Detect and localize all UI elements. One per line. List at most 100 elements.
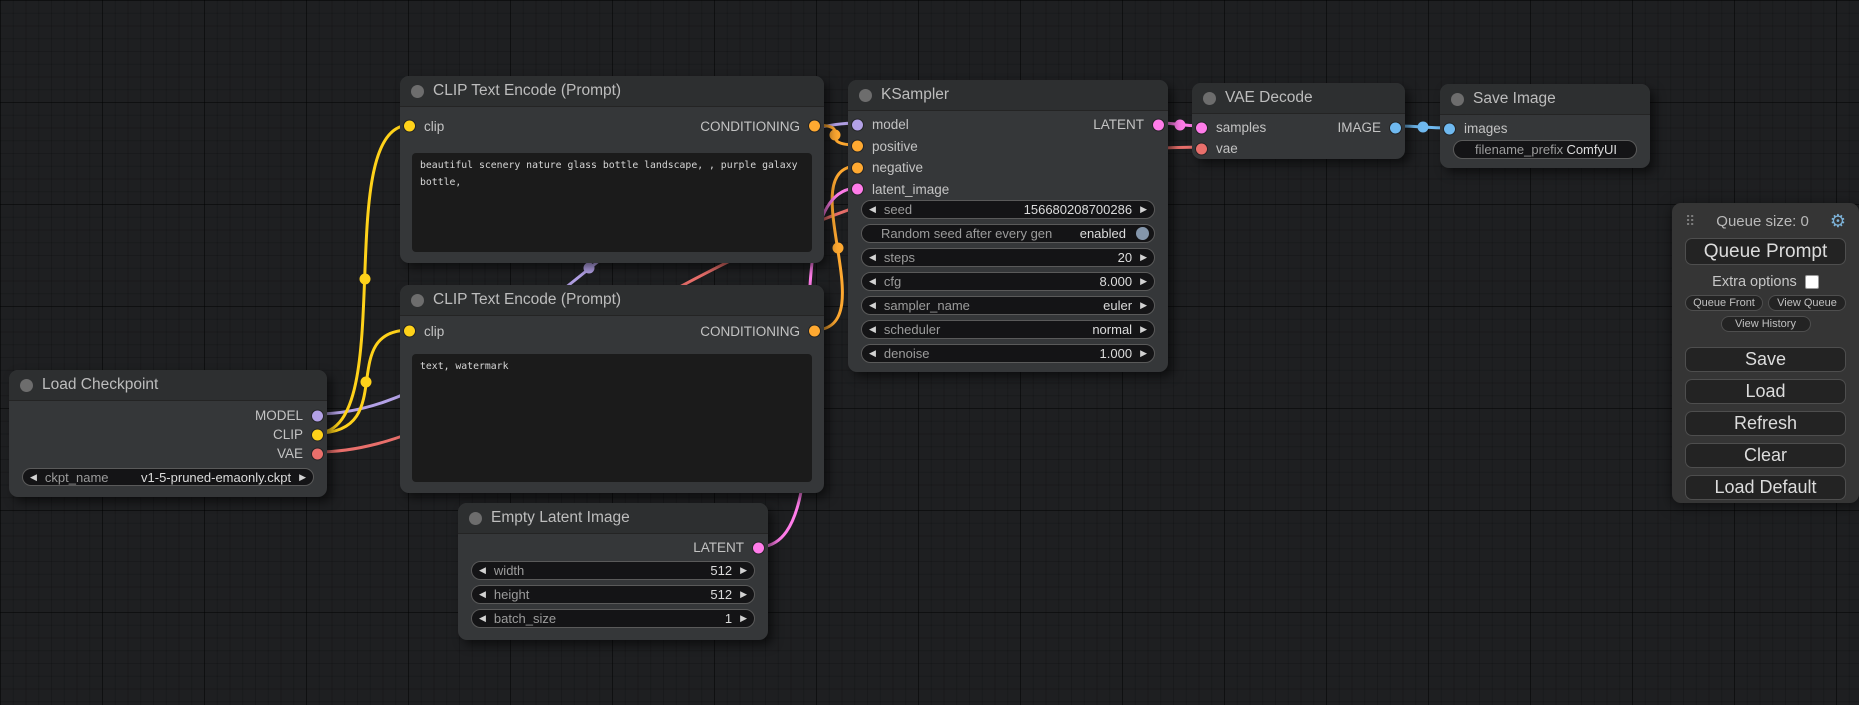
output-row-vae: VAE	[9, 444, 327, 463]
node-clip-text-encode-positive[interactable]: CLIP Text Encode (Prompt) clip CONDITION…	[400, 76, 824, 263]
node-collapse-dot[interactable]	[411, 294, 424, 307]
increment-arrow-icon[interactable]: ▶	[1140, 325, 1147, 334]
port-row: samples IMAGE	[1192, 117, 1405, 138]
widget-denoise[interactable]: ◀ denoise 1.000 ▶	[861, 344, 1155, 363]
node-collapse-dot[interactable]	[1451, 93, 1464, 106]
load-button[interactable]: Load	[1685, 379, 1846, 404]
conditioning-output-port[interactable]	[809, 326, 820, 337]
drag-handle-icon[interactable]: ⠿	[1685, 213, 1695, 230]
link-midpoint-dot	[584, 263, 595, 274]
port-row: images	[1440, 118, 1650, 139]
node-title-bar[interactable]: Save Image	[1440, 84, 1650, 115]
conditioning-output-port[interactable]	[809, 121, 820, 132]
widget-height[interactable]: ◀ height 512 ▶	[471, 585, 755, 604]
widget-cfg[interactable]: ◀ cfg 8.000 ▶	[861, 272, 1155, 291]
images-input-port[interactable]	[1444, 123, 1455, 134]
refresh-button[interactable]: Refresh	[1685, 411, 1846, 436]
image-output-port[interactable]	[1390, 122, 1401, 133]
node-load-checkpoint[interactable]: Load Checkpoint MODEL CLIP VAE ◀ ckpt_na…	[9, 370, 327, 497]
node-collapse-dot[interactable]	[1203, 92, 1216, 105]
widget-value: normal	[1092, 322, 1132, 337]
gear-icon[interactable]: ⚙	[1830, 212, 1846, 230]
decrement-arrow-icon[interactable]: ◀	[869, 301, 876, 310]
latent-output-port[interactable]	[753, 542, 764, 553]
node-vae-decode[interactable]: VAE Decode samples IMAGE vae	[1192, 83, 1405, 159]
queue-prompt-button[interactable]: Queue Prompt	[1685, 238, 1846, 265]
widget-sampler-name[interactable]: ◀ sampler_name euler ▶	[861, 296, 1155, 315]
negative-input-port[interactable]	[852, 162, 863, 173]
node-collapse-dot[interactable]	[411, 85, 424, 98]
positive-input-port[interactable]	[852, 141, 863, 152]
vae-output-port[interactable]	[312, 448, 323, 459]
save-button[interactable]: Save	[1685, 347, 1846, 372]
decrement-arrow-icon[interactable]: ◀	[479, 566, 486, 575]
widget-width[interactable]: ◀ width 512 ▶	[471, 561, 755, 580]
positive-prompt-textarea[interactable]: beautiful scenery nature glass bottle la…	[412, 153, 812, 252]
widget-value: v1-5-pruned-emaonly.ckpt	[141, 470, 291, 485]
clip-input-port[interactable]	[404, 121, 415, 132]
widget-steps[interactable]: ◀ steps 20 ▶	[861, 248, 1155, 267]
increment-arrow-icon[interactable]: ▶	[299, 473, 306, 482]
node-title-bar[interactable]: VAE Decode	[1192, 83, 1405, 114]
node-title: Load Checkpoint	[42, 376, 158, 394]
port-row: clip CONDITIONING	[400, 107, 824, 145]
view-history-button[interactable]: View History	[1721, 316, 1811, 332]
link-midpoint-dot	[1418, 122, 1429, 133]
clear-button[interactable]: Clear	[1685, 443, 1846, 468]
widget-ckpt-name[interactable]: ◀ ckpt_name v1-5-pruned-emaonly.ckpt ▶	[22, 468, 314, 486]
port-label: model	[872, 117, 909, 132]
increment-arrow-icon[interactable]: ▶	[740, 566, 747, 575]
increment-arrow-icon[interactable]: ▶	[740, 614, 747, 623]
decrement-arrow-icon[interactable]: ◀	[869, 253, 876, 262]
model-input-port[interactable]	[852, 119, 863, 130]
widget-batch-size[interactable]: ◀ batch_size 1 ▶	[471, 609, 755, 628]
node-collapse-dot[interactable]	[469, 512, 482, 525]
node-graph-canvas[interactable]: Load Checkpoint MODEL CLIP VAE ◀ ckpt_na…	[0, 0, 1859, 705]
decrement-arrow-icon[interactable]: ◀	[30, 473, 37, 482]
port-label: CLIP	[273, 427, 303, 442]
vae-input-port[interactable]	[1196, 143, 1207, 154]
extra-options-checkbox[interactable]	[1805, 275, 1819, 289]
queue-front-button[interactable]: Queue Front	[1685, 295, 1763, 311]
node-save-image[interactable]: Save Image images filename_prefix ComfyU…	[1440, 84, 1650, 168]
decrement-arrow-icon[interactable]: ◀	[479, 590, 486, 599]
increment-arrow-icon[interactable]: ▶	[1140, 205, 1147, 214]
widget-scheduler[interactable]: ◀ scheduler normal ▶	[861, 320, 1155, 339]
decrement-arrow-icon[interactable]: ◀	[869, 277, 876, 286]
latent-output-port[interactable]	[1153, 119, 1164, 130]
widget-seed[interactable]: ◀ seed 156680208700286 ▶	[861, 200, 1155, 219]
increment-arrow-icon[interactable]: ▶	[740, 590, 747, 599]
node-collapse-dot[interactable]	[20, 379, 33, 392]
node-empty-latent-image[interactable]: Empty Latent Image LATENT ◀ width 512 ▶ …	[458, 503, 768, 640]
increment-arrow-icon[interactable]: ▶	[1140, 253, 1147, 262]
widget-filename-prefix[interactable]: filename_prefix ComfyUI	[1453, 140, 1637, 159]
toggle-icon[interactable]	[1136, 227, 1149, 240]
increment-arrow-icon[interactable]: ▶	[1140, 349, 1147, 358]
widget-value: 512	[710, 587, 732, 602]
samples-input-port[interactable]	[1196, 122, 1207, 133]
load-default-button[interactable]: Load Default	[1685, 475, 1846, 500]
decrement-arrow-icon[interactable]: ◀	[869, 325, 876, 334]
increment-arrow-icon[interactable]: ▶	[1140, 301, 1147, 310]
node-title-bar[interactable]: CLIP Text Encode (Prompt)	[400, 76, 824, 107]
node-title-bar[interactable]: Load Checkpoint	[9, 370, 327, 401]
node-clip-text-encode-negative[interactable]: CLIP Text Encode (Prompt) clip CONDITION…	[400, 285, 824, 493]
clip-output-port[interactable]	[312, 429, 323, 440]
node-collapse-dot[interactable]	[859, 89, 872, 102]
negative-prompt-textarea[interactable]: text, watermark	[412, 354, 812, 482]
widget-random-seed-toggle[interactable]: Random seed after every gen enabled	[861, 224, 1155, 243]
port-row: latent_image	[848, 179, 1168, 201]
link-midpoint-dot	[833, 243, 844, 254]
increment-arrow-icon[interactable]: ▶	[1140, 277, 1147, 286]
model-output-port[interactable]	[312, 410, 323, 421]
node-ksampler[interactable]: KSampler model LATENT positive negative …	[848, 80, 1168, 372]
clip-input-port[interactable]	[404, 326, 415, 337]
node-title-bar[interactable]: CLIP Text Encode (Prompt)	[400, 285, 824, 316]
node-title-bar[interactable]: Empty Latent Image	[458, 503, 768, 534]
decrement-arrow-icon[interactable]: ◀	[869, 205, 876, 214]
decrement-arrow-icon[interactable]: ◀	[479, 614, 486, 623]
view-queue-button[interactable]: View Queue	[1768, 295, 1846, 311]
node-title-bar[interactable]: KSampler	[848, 80, 1168, 111]
decrement-arrow-icon[interactable]: ◀	[869, 349, 876, 358]
latent-image-input-port[interactable]	[852, 184, 863, 195]
